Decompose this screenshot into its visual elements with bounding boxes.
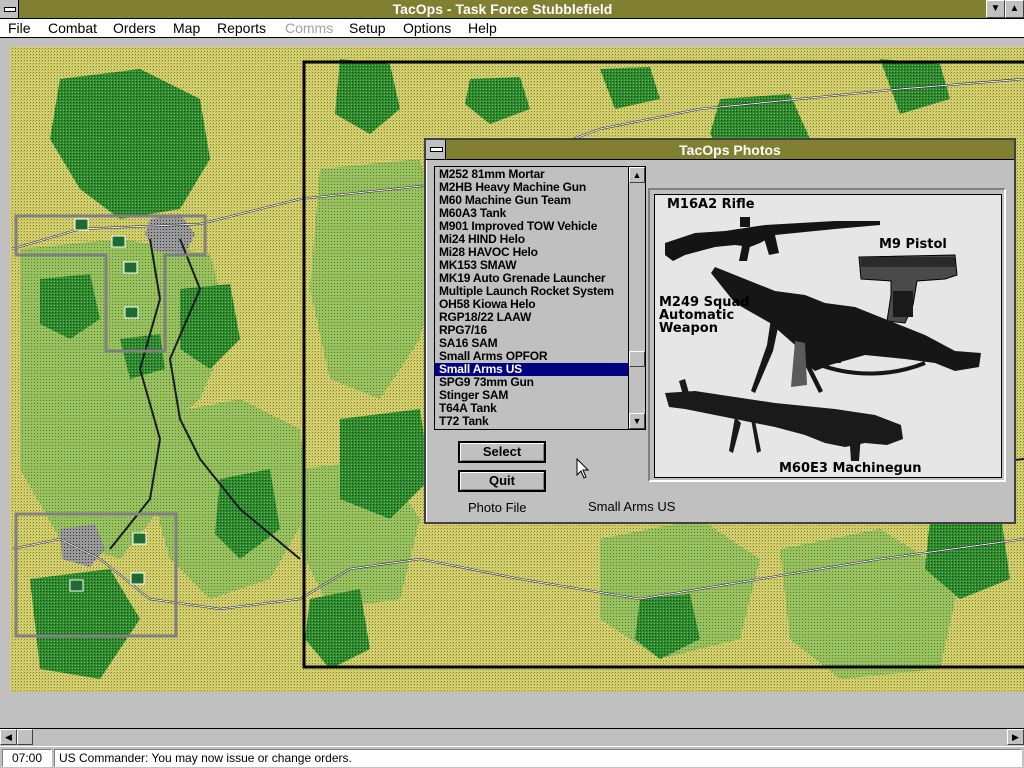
- label-m16a2: M16A2 Rifle: [667, 197, 755, 212]
- label-m9: M9 Pistol: [879, 237, 947, 252]
- system-menu-icon[interactable]: [0, 0, 19, 18]
- tacops-window: TacOps - Task Force Stubblefield ▼ ▲ Fil…: [0, 0, 1024, 768]
- scroll-left-icon[interactable]: ◀: [0, 729, 17, 745]
- menu-orders[interactable]: Orders: [113, 20, 156, 36]
- menu-comms: Comms: [285, 20, 334, 36]
- scroll-thumb[interactable]: [17, 729, 33, 745]
- dialog-title: TacOps Photos: [679, 142, 781, 158]
- status-message: US Commander: You may now issue or chang…: [54, 749, 1022, 767]
- weapons-illustration: [665, 217, 981, 461]
- menu-reports[interactable]: Reports: [217, 20, 266, 36]
- photo-list[interactable]: M252 81mm Mortar M2HB Heavy Machine Gun M6…: [434, 166, 646, 430]
- label-m60e3: M60E3 Machinegun: [779, 461, 922, 476]
- photo-file-value: Small Arms US: [588, 499, 676, 514]
- scroll-right-icon[interactable]: ▶: [1007, 729, 1024, 745]
- menu-help[interactable]: Help: [468, 20, 497, 36]
- map-horizontal-scrollbar[interactable]: ◀ ▶: [0, 728, 1024, 745]
- m249-saw-image: [711, 267, 981, 393]
- menu-file[interactable]: File: [8, 20, 31, 36]
- maximize-icon[interactable]: ▲: [1005, 0, 1024, 18]
- scroll-up-icon[interactable]: ▲: [629, 167, 645, 183]
- status-bar: 07:00 US Commander: You may now issue or…: [0, 746, 1024, 768]
- arrow-cursor-icon: [576, 458, 590, 479]
- label-m249-line3: Weapon: [659, 321, 718, 336]
- photo-list-scrollbar[interactable]: ▲ ▼: [628, 167, 645, 429]
- scroll-down-icon[interactable]: ▼: [629, 413, 645, 429]
- menu-combat[interactable]: Combat: [48, 20, 97, 36]
- dialog-title-bar[interactable]: TacOps Photos: [426, 140, 1014, 160]
- game-clock: 07:00: [2, 749, 52, 767]
- menu-map[interactable]: Map: [173, 20, 200, 36]
- m60e3-machinegun-image: [665, 379, 903, 461]
- photos-dialog: TacOps Photos M252 81mm Mortar M2HB Heavy…: [424, 138, 1016, 524]
- menu-options[interactable]: Options: [403, 20, 451, 36]
- photo-file-label: Photo File: [468, 500, 527, 515]
- menu-bar: File Combat Orders Map Reports Comms Set…: [0, 19, 1024, 38]
- dialog-system-menu-icon[interactable]: [426, 140, 446, 159]
- menu-setup[interactable]: Setup: [349, 20, 386, 36]
- title-bar: TacOps - Task Force Stubblefield ▼ ▲: [0, 0, 1024, 19]
- photo-frame: M16A2 Rifle M9 Pistol M249 Squad Automat…: [648, 188, 1006, 482]
- photo-list-scroll-thumb[interactable]: [629, 351, 645, 367]
- small-arms-photo: M16A2 Rifle M9 Pistol M249 Squad Automat…: [654, 194, 1002, 478]
- select-button[interactable]: Select: [458, 441, 546, 463]
- quit-button[interactable]: Quit: [458, 470, 546, 492]
- minimize-icon[interactable]: ▼: [986, 0, 1005, 18]
- list-item[interactable]: T72 Tank: [435, 415, 629, 428]
- window-title: TacOps - Task Force Stubblefield: [392, 1, 613, 17]
- m16-rifle-image: [665, 217, 880, 261]
- photo-list-items: M252 81mm Mortar M2HB Heavy Machine Gun M6…: [435, 168, 629, 428]
- m9-pistol-image: [858, 254, 958, 324]
